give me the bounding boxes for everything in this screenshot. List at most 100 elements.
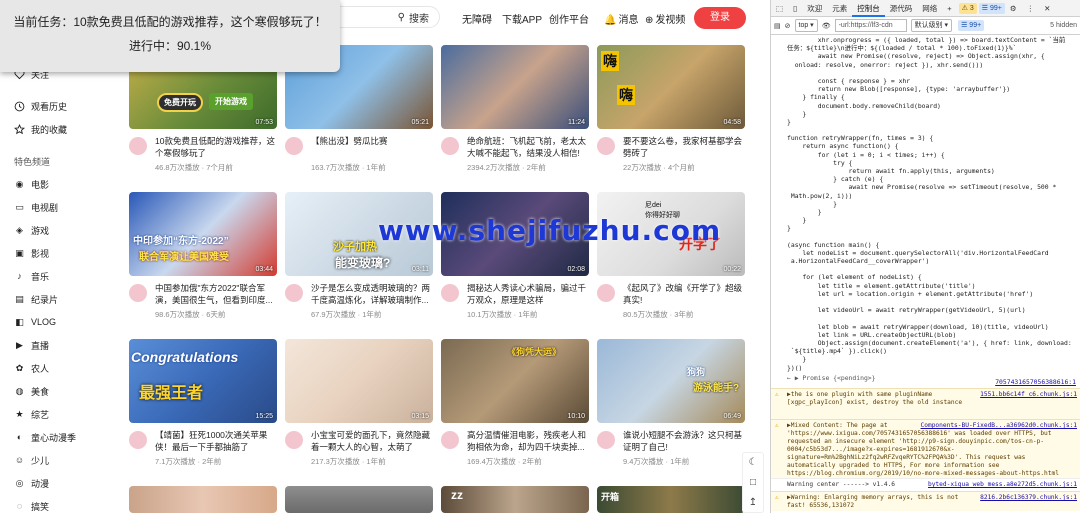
sidebar-item-channel[interactable]: ◎ 动漫 [14,475,49,491]
source-line-link[interactable]: 7057431657056388616:1 [995,378,1076,386]
message-source-link[interactable]: Components-BU-FixedB...a36962d0.chunk.js… [921,422,1077,430]
nav-creator-platform[interactable]: 创作平台 [549,11,589,26]
issues-badge[interactable]: ☰ 99+ [958,20,985,31]
author-avatar[interactable] [285,431,303,449]
message-source-link[interactable]: byted-xigua web_mess.a8e272d5.chunk.js:1 [928,481,1077,489]
sidebar-item-channel[interactable]: ▶ 直播 [14,337,49,353]
video-title[interactable]: 揭秘达人秀读心术骗局，骗过千万观众，原理是这样 [467,282,589,306]
video-title[interactable]: 小宝宝可爱的面孔下，竟然隐藏着一颗大人的心智，太萌了 [311,429,433,453]
author-avatar[interactable] [285,137,303,155]
log-level-selector[interactable]: 默认级别 ▾ [910,19,953,32]
nav-messages[interactable]: 🔔 消息 [604,11,638,26]
tab-sources[interactable]: 源代码 [885,0,918,17]
video-thumbnail[interactable]: 03:15 [285,339,433,423]
author-avatar[interactable] [597,431,615,449]
settings-icon[interactable]: ⚙ [1005,0,1022,17]
author-avatar[interactable] [597,284,615,302]
console-filter-input[interactable]: -url:https://lf3-cdn [834,19,907,32]
comedy-icon: ◌ [16,501,23,511]
nav-accessibility[interactable]: 无障碍 [462,11,492,26]
console-message[interactable]: byted-xigua web_mess.a8e272d5.chunk.js:1… [771,478,1080,491]
video-title[interactable]: 沙子是怎么变成透明玻璃的？两千度高温炼化，详解玻璃制作... [311,282,433,306]
video-title[interactable]: 《起风了》改编《开学了》超级真实! [623,282,745,306]
message-source-link[interactable]: 1551.bb6c14f c6.chunk.js:1 [980,391,1077,399]
author-avatar[interactable] [129,284,147,302]
author-avatar[interactable] [285,284,303,302]
bell-icon: 🔔 [604,15,617,26]
info-count-badge[interactable]: ☰ 99+ [978,2,1005,14]
inspect-icon[interactable]: ⬚ [771,0,788,17]
sidebar-item-channel[interactable]: ◈ 游戏 [14,222,49,238]
device-toggle-icon[interactable]: ▯ [788,0,802,17]
sidebar-item-channel[interactable]: ◐ 童心动漫季 [14,429,76,445]
tab-console[interactable]: 控制台 [852,0,885,17]
sidebar-item-channel[interactable]: ♪ 音乐 [14,268,49,284]
dark-mode-icon[interactable]: ☾ [743,453,763,473]
video-thumb-row4-1[interactable] [129,486,277,513]
author-avatar[interactable] [597,137,615,155]
video-thumbnail[interactable]: 15:25 Congratulations 最强王者 [129,339,277,423]
nav-download-app[interactable]: 下载APP [502,11,542,26]
sidebar-item-channel[interactable]: ☺ 少儿 [14,452,49,468]
video-title[interactable]: 绝命航班：飞机起飞前，老太太大喊不能起飞，结果没人相信! [467,135,589,159]
sidebar-item-channel[interactable]: ▤ 纪录片 [14,291,58,307]
login-button[interactable]: 登录 [694,7,746,29]
video-title[interactable]: 要不要这么卷，我家柯基都学会劈砖了 [623,135,745,159]
video-title[interactable]: 【靖菌】狂死1000次通关苹果侠！最后一下手都抽筋了 [155,429,277,453]
eye-icon[interactable]: 👁 [822,22,831,30]
tab-welcome[interactable]: 欢迎 [802,0,827,17]
video-title[interactable]: 【熊出没】劈瓜比赛 [311,135,433,147]
video-thumbnail[interactable]: 04:58 嗨嗨 [597,45,745,129]
console-message[interactable]: ⚠ Components-BU-FixedB...a36962d0.chunk.j… [771,419,1080,478]
author-avatar[interactable] [441,137,459,155]
sidebar-item-channel[interactable]: ★ 综艺 [14,406,49,422]
sidebar-item-channel[interactable]: ▣ 影视 [14,245,49,261]
back-to-top-icon[interactable]: ↥ [743,493,763,513]
code-line: a.HorizontalFeedCard__coverWrapper') [787,257,930,266]
video-title[interactable]: 谁说小短腿不会游泳？这只柯基证明了自己! [623,429,745,453]
console-message[interactable]: ⚠ 8216.2b6c136379.chunk.js:1 ▶Warning: Enl… [771,491,1080,511]
sidebar-item-channel[interactable]: ◍ 美食 [14,383,49,399]
video-thumbnail[interactable]: 11:24 [441,45,589,129]
video-thumb-row4-4[interactable]: 开箱 [597,486,745,513]
video-title[interactable]: 中国参加俄"东方2022"联合军演，美国很生气，但看到印度... [155,282,277,306]
tab-network[interactable]: 网络 [917,0,942,17]
video-card[interactable]: 03:15 小宝宝可爱的面孔下，竟然隐藏着一颗大人的心智，太萌了 217.3万次播放… [285,339,433,481]
video-card[interactable]: 15:25 Congratulations 最强王者【靖菌】狂死1000次通关苹果侠… [129,339,277,481]
sidebar-item-channel[interactable]: ◉ 电影 [14,176,49,192]
video-card[interactable]: 06:49 狗狗 游泳能手? 谁说小短腿不会游泳？这只柯基证明了自己! 9.4万次播放 … [597,339,745,481]
nav-upload-video[interactable]: ⊕ 发视频 [645,11,685,26]
video-card[interactable]: 11:24 绝命航班：飞机起飞前，老太太大喊不能起飞，结果没人相信! 2394.2万… [441,45,589,187]
author-avatar[interactable] [441,431,459,449]
feedback-icon[interactable]: □ [743,473,763,493]
video-card[interactable]: 04:58 嗨嗨要不要这么卷，我家柯基都学会劈砖了 22万次播放 · 4个月前 [597,45,745,187]
sidebar-item-history[interactable]: 观看历史 [14,98,67,114]
video-thumb-row4-2[interactable] [285,486,433,513]
video-title[interactable]: 10款免费且低配的游戏推荐，这个寒假够玩了 [155,135,277,159]
author-avatar[interactable] [129,137,147,155]
video-thumbnail[interactable]: 06:49 狗狗 游泳能手? [597,339,745,423]
author-avatar[interactable] [441,284,459,302]
video-card[interactable]: 03:44 中印参加“东方-2022” 联合军演让美国难受中国参加俄"东方2022"… [129,192,277,334]
tab-elements[interactable]: 元素 [827,0,852,17]
video-thumb-row4-3[interactable]: zz [441,486,589,513]
video-card[interactable]: 10:10 《狗凭大运》高分温情催泪电影，残疾老人和狗相依为命，却为四千块卖掉..… [441,339,589,481]
sidebar-toggle-icon[interactable]: ▤ [774,22,781,30]
more-options-icon[interactable]: ⋮ [1022,0,1040,17]
message-source-link[interactable]: 8216.2b6c136379.chunk.js:1 [980,494,1077,502]
warning-count-badge[interactable]: ⚠ 3 [958,2,977,14]
sidebar-item-channel[interactable]: ▭ 电视剧 [14,199,58,215]
sidebar-item-favorites[interactable]: 我的收藏 [14,121,67,137]
sidebar-item-channel[interactable]: ◌ 搞笑 [14,498,49,513]
sidebar-item-channel[interactable]: ◧ VLOG [14,314,56,330]
video-thumbnail[interactable]: 03:44 中印参加“东方-2022” 联合军演让美国难受 [129,192,277,276]
console-message[interactable]: ⚠ 1551.bb6c14f c6.chunk.js:1 ▶the is one p… [771,388,1080,419]
clear-console-icon[interactable]: ⊘ [785,22,791,30]
close-icon[interactable]: ✕ [1039,0,1055,17]
video-title[interactable]: 高分温情催泪电影，残疾老人和狗相依为命，却为四千块卖掉... [467,429,589,453]
more-tabs-icon[interactable]: + [942,0,956,17]
context-selector[interactable]: top ▾ [794,19,818,32]
author-avatar[interactable] [129,431,147,449]
sidebar-item-channel[interactable]: ✿ 农人 [14,360,49,376]
video-thumbnail[interactable]: 10:10 《狗凭大运》 [441,339,589,423]
